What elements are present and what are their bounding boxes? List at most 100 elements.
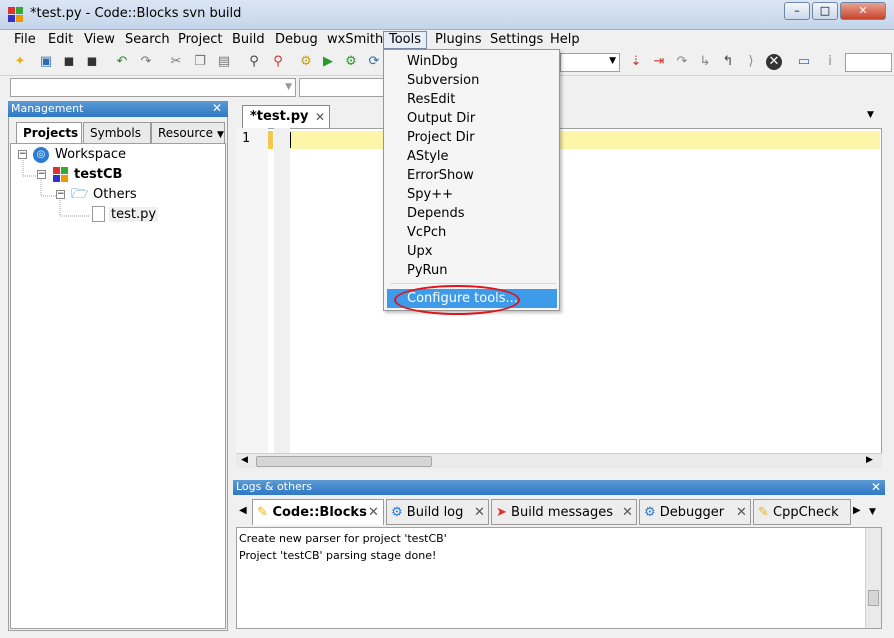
- menu-item-subversion[interactable]: Subversion: [407, 73, 479, 88]
- tab-build-messages[interactable]: ➤ Build messages ✕: [491, 499, 637, 525]
- tab-list-dropdown[interactable]: ▼: [869, 507, 876, 517]
- menu-item-output-dir[interactable]: Output Dir: [407, 111, 475, 126]
- toolbar-search-field[interactable]: [845, 53, 892, 72]
- tab-debugger[interactable]: ⚙ Debugger ✕: [639, 499, 751, 525]
- tab-cppcheck[interactable]: ✎ CppCheck: [753, 499, 851, 525]
- save-all-icon[interactable]: ◼: [84, 54, 100, 70]
- tools-dropdown-menu: WinDbg Subversion ResEdit Output Dir Pro…: [383, 49, 560, 311]
- menu-item-resedit[interactable]: ResEdit: [407, 92, 455, 107]
- run-icon[interactable]: ▶: [320, 54, 336, 70]
- save-icon[interactable]: ◼: [61, 54, 77, 70]
- log-icon: ✎: [257, 505, 268, 520]
- close-tab-icon[interactable]: ✕: [368, 505, 379, 520]
- open-file-icon[interactable]: ▣: [38, 54, 54, 70]
- stop-debug-icon[interactable]: ✕: [766, 54, 782, 70]
- redo-icon[interactable]: ↷: [138, 54, 154, 70]
- collapse-toggle[interactable]: −: [37, 170, 46, 179]
- menu-wxsmith[interactable]: wxSmith: [327, 32, 383, 47]
- tab-list-dropdown[interactable]: ▼: [867, 110, 874, 120]
- function-combo[interactable]: [299, 78, 389, 97]
- menu-item-project-dir[interactable]: Project Dir: [407, 130, 475, 145]
- menu-separator: [390, 283, 556, 284]
- editor-tab-label: *test.py: [250, 109, 309, 124]
- close-tab-icon[interactable]: ✕: [622, 505, 633, 520]
- editor-tab[interactable]: *test.py ✕: [242, 105, 330, 129]
- build-and-run-icon[interactable]: ⚙: [343, 54, 359, 70]
- close-panel-icon[interactable]: ✕: [212, 101, 222, 115]
- close-tab-icon[interactable]: ✕: [474, 505, 485, 520]
- tab-resource-label: Resource: [158, 126, 214, 140]
- menu-item-upx[interactable]: Upx: [407, 244, 432, 259]
- cut-icon[interactable]: ✂: [168, 54, 184, 70]
- tabs-scroll-right-icon[interactable]: ▶: [853, 505, 861, 516]
- undo-icon[interactable]: ↶: [114, 54, 130, 70]
- tab-code-blocks[interactable]: ✎ Code::Blocks ✕: [252, 499, 384, 525]
- scroll-thumb[interactable]: [868, 590, 879, 606]
- next-instruction-icon[interactable]: ⟩: [743, 54, 759, 70]
- tree-item-project[interactable]: testCB: [74, 167, 122, 182]
- minimize-button[interactable]: –: [784, 2, 810, 20]
- menu-plugins[interactable]: Plugins: [435, 32, 482, 47]
- info-icon[interactable]: i: [822, 54, 838, 70]
- menu-debug[interactable]: Debug: [275, 32, 318, 47]
- menu-item-windbg[interactable]: WinDbg: [407, 54, 458, 69]
- scroll-left-icon[interactable]: ◀: [241, 455, 248, 465]
- close-window-button[interactable]: ✕: [840, 2, 886, 20]
- menu-project[interactable]: Project: [178, 32, 222, 47]
- debug-windows-icon[interactable]: ▭: [796, 54, 812, 70]
- menu-edit[interactable]: Edit: [48, 32, 73, 47]
- find-icon[interactable]: ⚲: [246, 54, 262, 70]
- run-to-cursor-icon[interactable]: ⇥: [651, 54, 667, 70]
- tab-resource[interactable]: Resource ▼: [151, 122, 225, 144]
- menu-settings[interactable]: Settings: [490, 32, 543, 47]
- horizontal-scrollbar[interactable]: ◀ ▶: [236, 453, 882, 468]
- menu-search[interactable]: Search: [125, 32, 170, 47]
- tree-item-workspace[interactable]: Workspace: [55, 147, 126, 162]
- scroll-right-icon[interactable]: ▶: [866, 455, 873, 465]
- tree-item-folder[interactable]: Others: [93, 187, 137, 202]
- tab-build-log[interactable]: ⚙ Build log ✕: [386, 499, 489, 525]
- collapse-toggle[interactable]: −: [56, 190, 65, 199]
- scroll-thumb[interactable]: [256, 456, 432, 467]
- close-panel-icon[interactable]: ✕: [871, 480, 881, 494]
- folder-open-icon: 🗁: [71, 186, 89, 202]
- menu-file[interactable]: File: [14, 32, 36, 47]
- menu-item-spy[interactable]: Spy++: [407, 187, 453, 202]
- copy-icon[interactable]: ❐: [192, 54, 208, 70]
- menu-item-pyrun[interactable]: PyRun: [407, 263, 447, 278]
- step-out-icon[interactable]: ↰: [720, 54, 736, 70]
- management-title: Management: [11, 102, 84, 115]
- menu-view[interactable]: View: [84, 32, 115, 47]
- replace-icon[interactable]: ⚲: [270, 54, 286, 70]
- menu-item-astyle[interactable]: AStyle: [407, 149, 449, 164]
- next-line-icon[interactable]: ↷: [674, 54, 690, 70]
- maximize-button[interactable]: □: [812, 2, 838, 20]
- menu-item-depends[interactable]: Depends: [407, 206, 465, 221]
- codeblocks-app-icon: [8, 7, 24, 23]
- menu-build[interactable]: Build: [232, 32, 265, 47]
- log-line: Project 'testCB' parsing stage done!: [239, 549, 437, 562]
- title-bar: *test.py - Code::Blocks svn build – □ ✕: [0, 0, 894, 30]
- new-file-icon[interactable]: ✦: [12, 54, 28, 70]
- rebuild-icon[interactable]: ⟳: [366, 54, 382, 70]
- close-tab-icon[interactable]: ✕: [736, 505, 747, 520]
- close-tab-icon[interactable]: ✕: [315, 110, 325, 124]
- management-header: Management ✕: [8, 101, 228, 117]
- step-into-icon[interactable]: ↳: [697, 54, 713, 70]
- menu-help[interactable]: Help: [550, 32, 580, 47]
- tab-projects[interactable]: Projects: [16, 122, 82, 144]
- tree-item-file[interactable]: test.py: [109, 207, 159, 222]
- menu-item-vcpch[interactable]: VcPch: [407, 225, 446, 240]
- gear-icon: ⚙: [644, 505, 656, 520]
- build-target-combo[interactable]: ▼: [560, 53, 620, 72]
- scope-combo[interactable]: ▼: [10, 78, 296, 97]
- tabs-scroll-left-icon[interactable]: ◀: [239, 505, 247, 516]
- build-gear-icon[interactable]: ⚙: [298, 54, 314, 70]
- vertical-scrollbar[interactable]: [865, 528, 881, 628]
- debug-start-icon[interactable]: ⇣: [628, 54, 644, 70]
- tab-symbols[interactable]: Symbols: [83, 122, 151, 144]
- menu-tools[interactable]: Tools: [389, 32, 421, 47]
- collapse-toggle[interactable]: −: [18, 150, 27, 159]
- menu-item-errorshow[interactable]: ErrorShow: [407, 168, 474, 183]
- paste-icon[interactable]: ▤: [216, 54, 232, 70]
